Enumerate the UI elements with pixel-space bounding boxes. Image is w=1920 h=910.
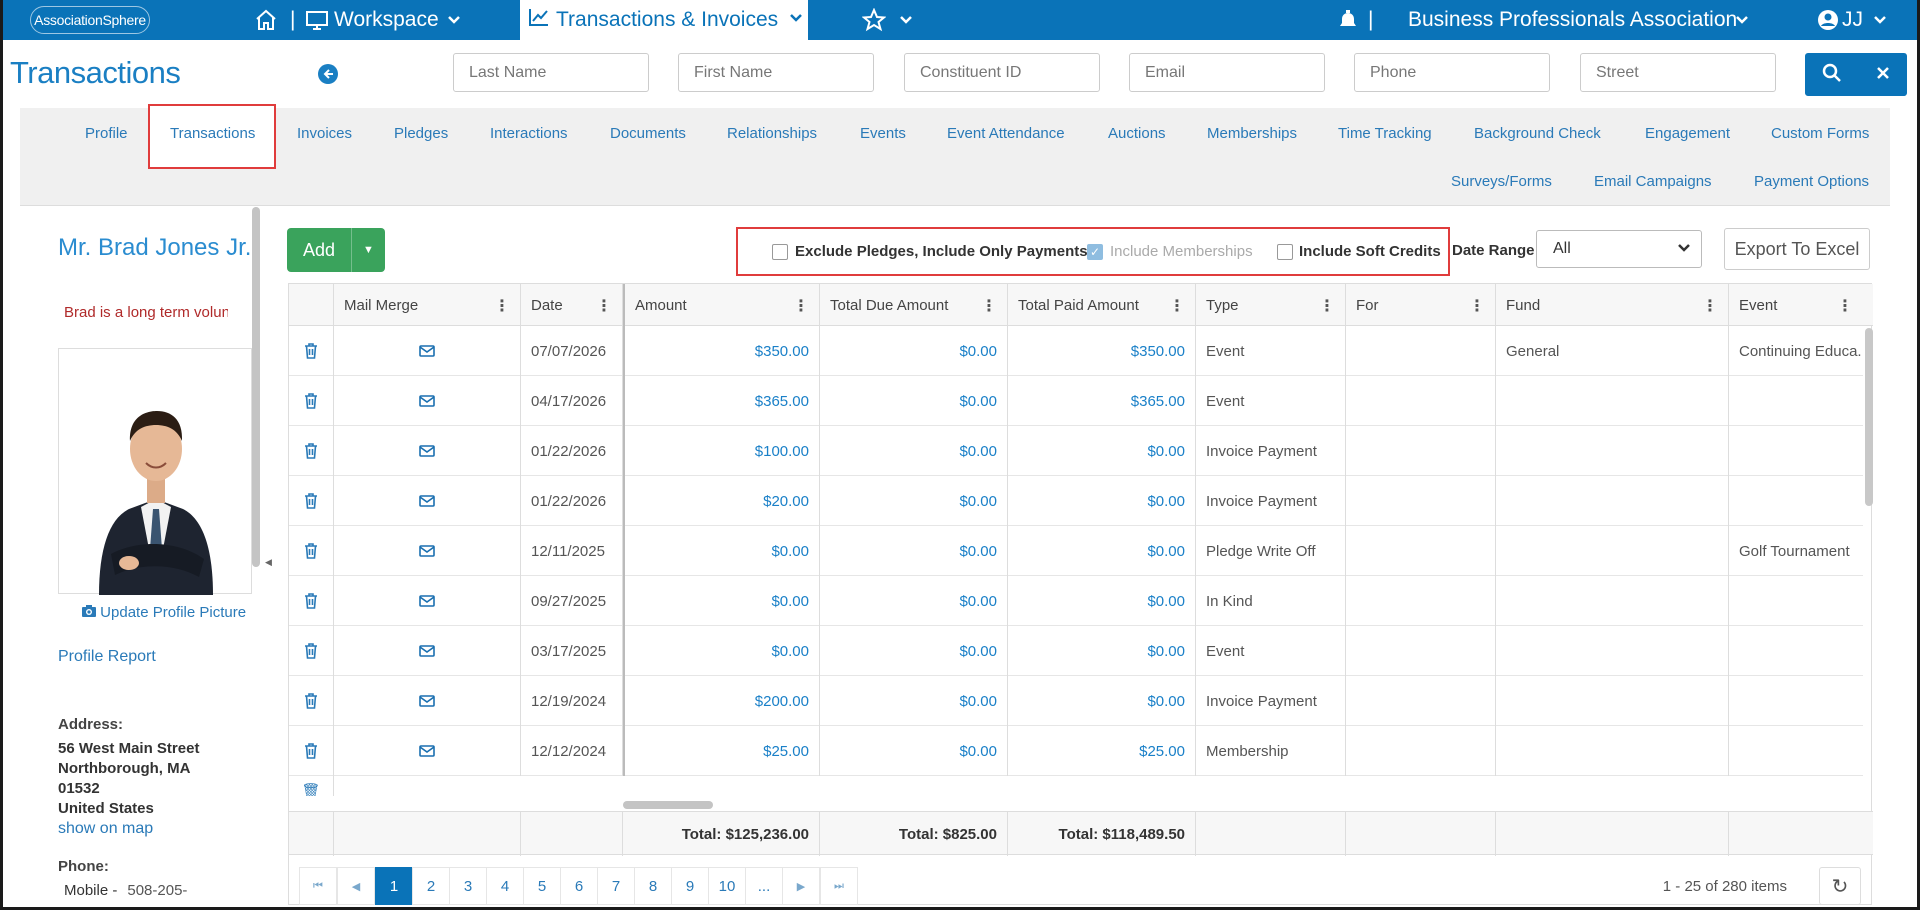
window-frame (0, 0, 1920, 910)
